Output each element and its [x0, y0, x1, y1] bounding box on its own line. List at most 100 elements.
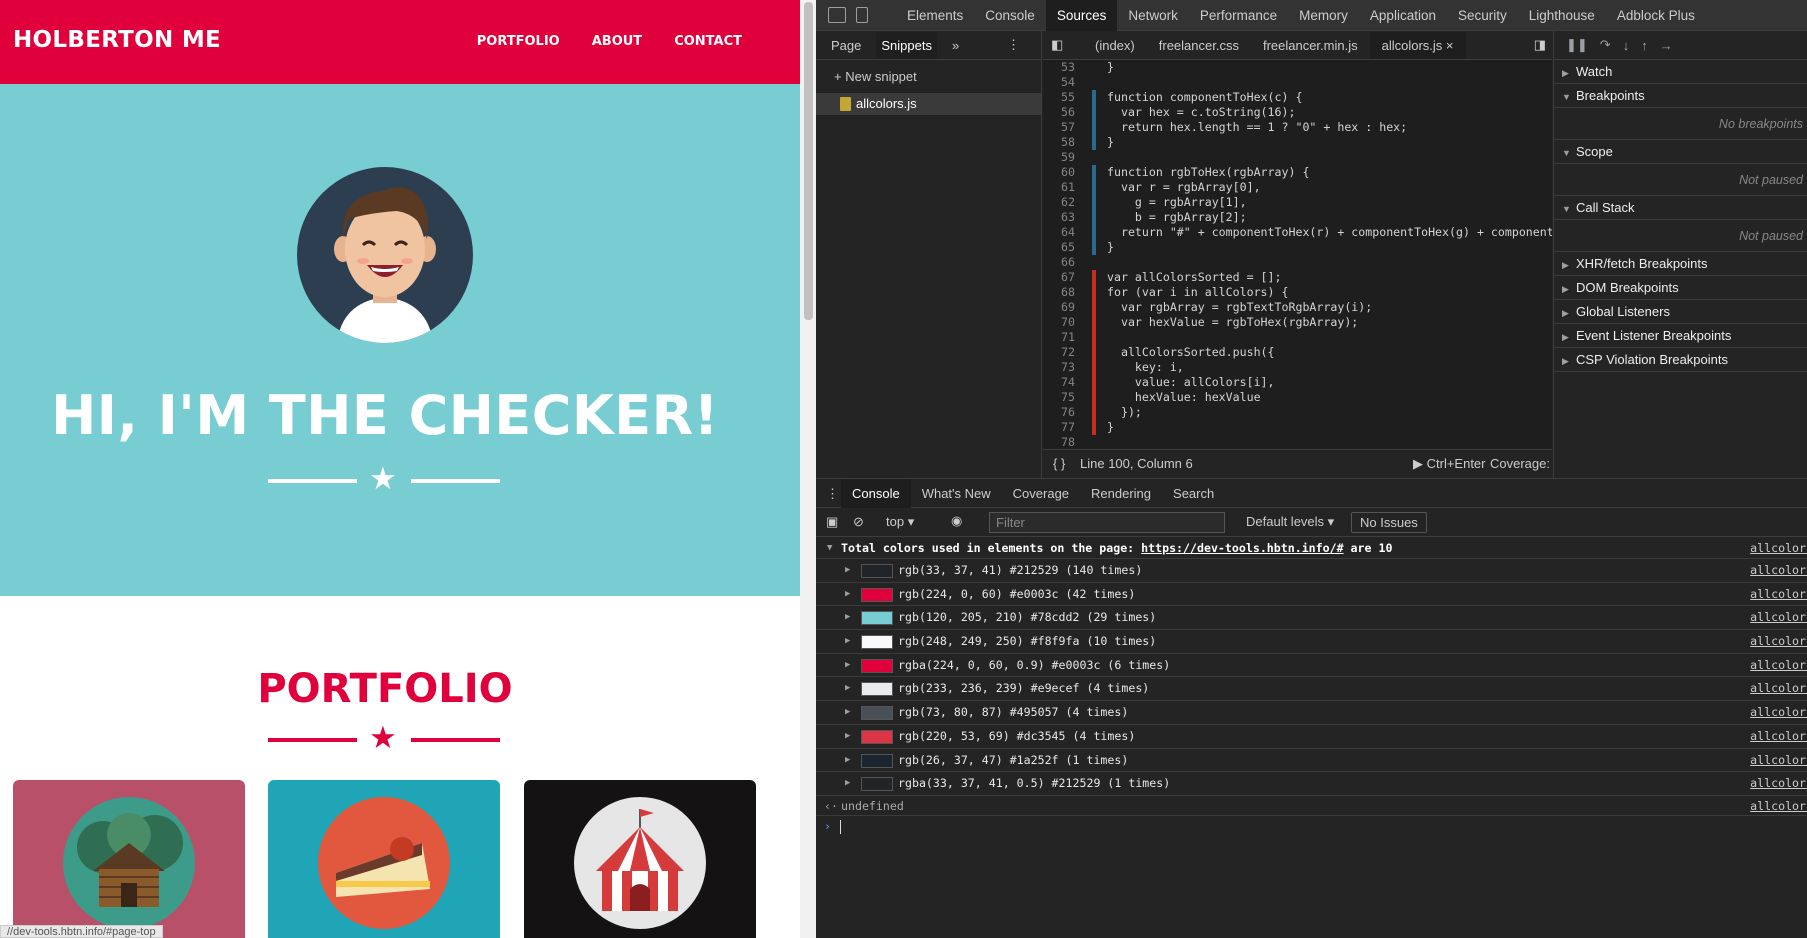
- log-summary-row[interactable]: ▼ Total colors used in elements on the p…: [816, 537, 1807, 559]
- debugger-section[interactable]: ▶ XHR/fetch Breakpoints: [1554, 252, 1807, 276]
- line-number[interactable]: 70: [1043, 315, 1083, 330]
- log-source-link[interactable]: allcolors: [1750, 772, 1807, 796]
- code-line[interactable]: 77}: [1043, 420, 1552, 435]
- editor-tab-freelancer-min-js[interactable]: freelancer.min.js: [1251, 32, 1370, 59]
- color-log-row[interactable]: ▶ rgb(33, 37, 41) #212529 (140 times) allc…: [816, 559, 1807, 583]
- code-line[interactable]: 55 function componentToHex(c) {: [1043, 90, 1552, 105]
- debugger-section[interactable]: ▶ Event Listener Breakpoints: [1554, 324, 1807, 348]
- portfolio-item-cabin[interactable]: [13, 780, 245, 938]
- console-filter-input[interactable]: Filter: [989, 512, 1225, 533]
- code-line[interactable]: 63 b = rgbArray[2];: [1043, 210, 1552, 225]
- line-number[interactable]: 63: [1043, 210, 1083, 225]
- code-line[interactable]: 71: [1043, 330, 1552, 345]
- log-source-link[interactable]: allcolors: [1750, 701, 1807, 725]
- code-line[interactable]: 68 for (var i in allColors) {: [1043, 285, 1552, 300]
- expand-triangle-icon[interactable]: ▶: [845, 583, 850, 607]
- line-number[interactable]: 68: [1043, 285, 1083, 300]
- log-source-link[interactable]: allcolors: [1750, 796, 1807, 816]
- line-number[interactable]: 55: [1043, 90, 1083, 105]
- live-expression-icon[interactable]: ◉: [951, 513, 962, 529]
- site-brand[interactable]: HOLBERTON ME: [13, 27, 221, 53]
- summary-link[interactable]: https://dev-tools.hbtn.info/#: [1141, 541, 1343, 555]
- portfolio-item-circus[interactable]: [524, 780, 756, 938]
- expand-triangle-icon[interactable]: ▶: [845, 559, 850, 583]
- line-number[interactable]: 66: [1043, 255, 1083, 270]
- drawer-tab-console[interactable]: Console: [841, 478, 911, 508]
- log-source-link[interactable]: allcolors: [1750, 630, 1807, 654]
- log-source-link[interactable]: allcolors: [1750, 559, 1807, 583]
- editor-tab-freelancer-css[interactable]: freelancer.css: [1147, 32, 1251, 59]
- code-lines[interactable]: 53} 54 55 function componentToHex(c) {56 va…: [1043, 60, 1552, 449]
- debugger-section[interactable]: ▼ Scope: [1554, 140, 1807, 164]
- nav-link-portfolio[interactable]: PORTFOLIO: [477, 34, 560, 49]
- line-number[interactable]: 71: [1043, 330, 1083, 345]
- toggle-navigator-icon[interactable]: ◧: [1051, 37, 1063, 53]
- code-line[interactable]: 70 var hexValue = rgbToHex(rgbArray);: [1043, 315, 1552, 330]
- expand-triangle-icon[interactable]: ▶: [845, 749, 850, 773]
- inspect-element-icon[interactable]: [828, 7, 846, 23]
- step-over-icon[interactable]: ↷: [1600, 37, 1611, 53]
- line-number[interactable]: 61: [1043, 180, 1083, 195]
- context-selector[interactable]: top ▾: [886, 514, 914, 530]
- line-number[interactable]: 62: [1043, 195, 1083, 210]
- line-number[interactable]: 67: [1043, 270, 1083, 285]
- code-line[interactable]: 60 function rgbToHex(rgbArray) {: [1043, 165, 1552, 180]
- console-prompt[interactable]: ›: [816, 816, 1807, 838]
- drawer-tab-whats-new[interactable]: What's New: [911, 479, 1002, 508]
- code-line[interactable]: 53}: [1043, 60, 1552, 75]
- sidebar-toggle-icon[interactable]: ▣: [826, 514, 838, 530]
- line-number[interactable]: 74: [1043, 375, 1083, 390]
- expand-triangle-icon[interactable]: ▶: [845, 772, 850, 796]
- drawer-tab-search[interactable]: Search: [1162, 479, 1225, 508]
- code-line[interactable]: 74 value: allColors[i],: [1043, 375, 1552, 390]
- color-log-row[interactable]: ▶ rgba(224, 0, 60, 0.9) #e0003c (6 times)…: [816, 654, 1807, 678]
- close-tab-icon[interactable]: ×: [1446, 38, 1454, 53]
- line-number[interactable]: 72: [1043, 345, 1083, 360]
- log-source-link[interactable]: allcolors: [1750, 725, 1807, 749]
- log-levels-dropdown[interactable]: Default levels ▾: [1246, 514, 1334, 530]
- drawer-tab-coverage[interactable]: Coverage: [1002, 479, 1080, 508]
- code-line[interactable]: 75 hexValue: hexValue: [1043, 390, 1552, 405]
- code-line[interactable]: 62 g = rgbArray[1],: [1043, 195, 1552, 210]
- code-line[interactable]: 76 });: [1043, 405, 1552, 420]
- line-number[interactable]: 60: [1043, 165, 1083, 180]
- color-log-row[interactable]: ▶ rgb(73, 80, 87) #495057 (4 times) allcol…: [816, 701, 1807, 725]
- step-out-icon[interactable]: ↑: [1641, 38, 1648, 53]
- nav-tab-page[interactable]: Page: [826, 32, 866, 59]
- more-tabs-icon[interactable]: »: [947, 32, 964, 59]
- line-number[interactable]: 53: [1043, 60, 1083, 75]
- device-toolbar-icon[interactable]: [856, 7, 868, 23]
- code-line[interactable]: 58}: [1043, 135, 1552, 150]
- code-line[interactable]: 73 key: i,: [1043, 360, 1552, 375]
- page-scrollbar[interactable]: [800, 0, 816, 938]
- expand-triangle-icon[interactable]: ▶: [845, 606, 850, 630]
- nav-tab-snippets[interactable]: Snippets: [876, 31, 937, 59]
- color-log-row[interactable]: ▶ rgb(224, 0, 60) #e0003c (42 times) allco…: [816, 583, 1807, 607]
- debugger-section[interactable]: ▶ Watch: [1554, 60, 1807, 84]
- line-number[interactable]: 59: [1043, 150, 1083, 165]
- expand-triangle-icon[interactable]: ▶: [845, 630, 850, 654]
- editor-tab-index[interactable]: (index): [1083, 32, 1147, 59]
- line-number[interactable]: 56: [1043, 105, 1083, 120]
- code-line[interactable]: 61 var r = rgbArray[0],: [1043, 180, 1552, 195]
- drawer-tab-rendering[interactable]: Rendering: [1080, 479, 1162, 508]
- snippet-item-allcolors[interactable]: allcolors.js: [816, 93, 1041, 115]
- toggle-debugger-icon[interactable]: ◨: [1534, 37, 1546, 53]
- code-line[interactable]: 54: [1043, 75, 1552, 90]
- editor-tab-allcolors-js[interactable]: allcolors.js ×: [1369, 31, 1466, 59]
- line-number[interactable]: 65: [1043, 240, 1083, 255]
- line-number[interactable]: 69: [1043, 300, 1083, 315]
- line-number[interactable]: 73: [1043, 360, 1083, 375]
- line-number[interactable]: 78: [1043, 435, 1083, 449]
- debugger-section[interactable]: ▶ Global Listeners: [1554, 300, 1807, 324]
- pause-icon[interactable]: ❚❚: [1566, 37, 1588, 53]
- step-into-icon[interactable]: ↓: [1623, 38, 1630, 53]
- line-number[interactable]: 75: [1043, 390, 1083, 405]
- debugger-section[interactable]: ▶ CSP Violation Breakpoints: [1554, 348, 1807, 372]
- tab-network[interactable]: Network: [1117, 0, 1189, 31]
- line-number[interactable]: 64: [1043, 225, 1083, 240]
- page-scrollbar-thumb[interactable]: [804, 2, 813, 320]
- clear-console-icon[interactable]: ⊘: [853, 514, 864, 530]
- issues-button[interactable]: No Issues: [1351, 512, 1427, 533]
- expand-triangle-icon[interactable]: ▶: [845, 725, 850, 749]
